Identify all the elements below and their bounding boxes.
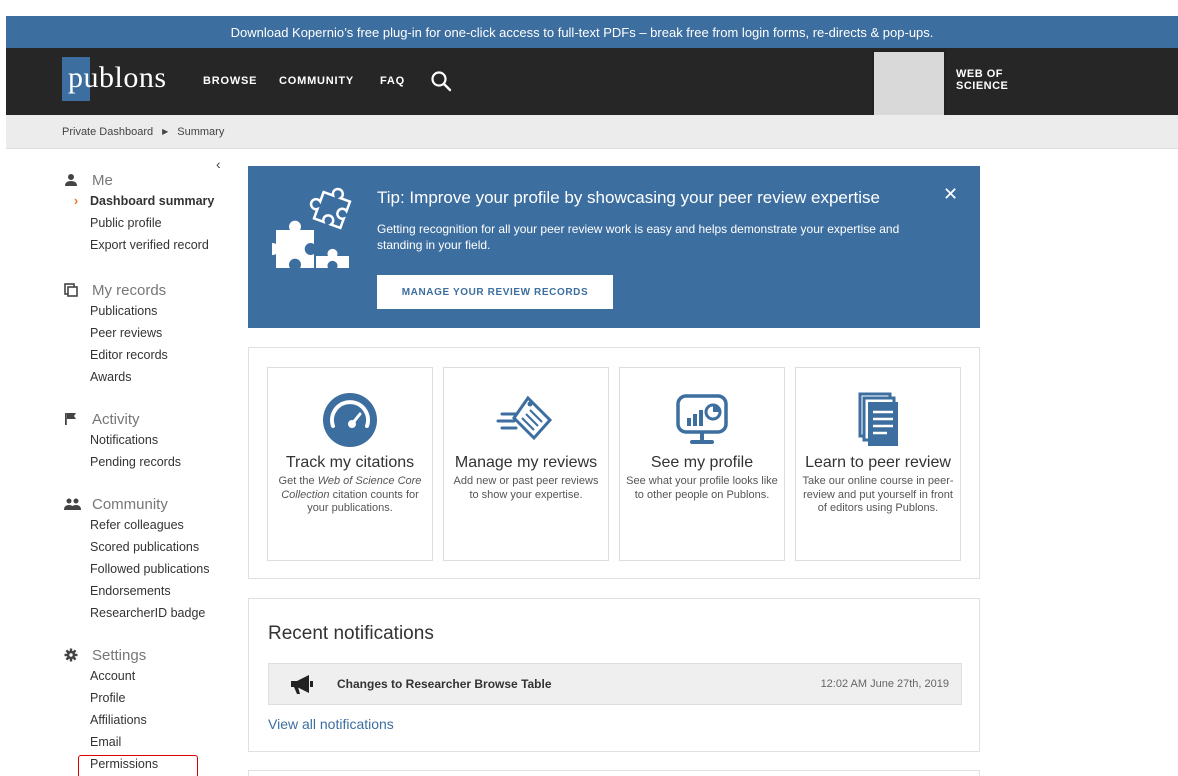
notifications-title: Recent notifications xyxy=(268,623,434,644)
breadcrumb-summary: Summary xyxy=(177,125,225,138)
sidebar-item-pending-records[interactable]: Pending records xyxy=(56,451,234,473)
quick-actions-panel: Track my citations Get the Web of Scienc… xyxy=(248,347,980,579)
chevron-right-icon: ▶ xyxy=(162,127,169,136)
sidebar-item-affiliations[interactable]: Affiliations xyxy=(56,709,234,731)
card-learn-peer-review[interactable]: Learn to peer review Take our online cou… xyxy=(795,367,961,561)
chevron-right-icon: › xyxy=(74,194,79,208)
sidebar-item-public-profile[interactable]: Public profile xyxy=(56,212,234,234)
recent-notifications-panel: Recent notifications Changes to Research… xyxy=(248,598,980,752)
sidebar-item-dashboard-summary[interactable]: › Dashboard summary xyxy=(56,190,234,212)
sidebar-section-my-records: My records Publications Peer reviews Edi… xyxy=(56,280,234,388)
view-all-notifications-link[interactable]: View all notifications xyxy=(268,716,394,732)
notification-text: Changes to Researcher Browse Table xyxy=(337,677,552,691)
sidebar-section-me: Me › Dashboard summary Public profile Exp… xyxy=(56,170,234,256)
card-see-profile[interactable]: See my profile See what your profile loo… xyxy=(619,367,785,561)
card-title: See my profile xyxy=(650,454,754,471)
notification-time: 12:02 AM June 27th, 2019 xyxy=(820,678,949,690)
monitor-chart-icon xyxy=(676,394,728,444)
sidebar-section-settings: Settings Account Profile Affiliations Em… xyxy=(56,645,234,776)
card-description: See what your profile looks like to othe… xyxy=(626,475,778,501)
card-title: Manage my reviews xyxy=(454,454,598,471)
sidebar-item-scored-publications[interactable]: Scored publications xyxy=(56,536,234,558)
sidebar-section-title: Me xyxy=(92,171,113,189)
review-tag-icon xyxy=(496,395,553,441)
notification-row[interactable]: Changes to Researcher Browse Table 12:02… xyxy=(268,663,962,705)
card-title: Learn to peer review xyxy=(805,454,951,471)
kopernio-banner[interactable]: Download Kopernio’s free plug-in for one… xyxy=(6,16,1178,48)
tip-banner: Tip: Improve your profile by showcasing … xyxy=(248,166,980,328)
sidebar-item-refer-colleagues[interactable]: Refer colleagues xyxy=(56,514,234,536)
sidebar-item-email[interactable]: Email xyxy=(56,731,234,753)
breadcrumb: Private Dashboard ▶ Summary xyxy=(6,115,1178,149)
sidebar-item-awards[interactable]: Awards xyxy=(56,366,234,388)
banner-text: Download Kopernio’s free plug-in for one… xyxy=(230,24,934,40)
close-icon[interactable]: ✕ xyxy=(943,184,958,205)
puzzle-icon xyxy=(272,187,352,268)
flag-icon xyxy=(65,413,76,425)
sidebar-item-researcherid-badge[interactable]: ResearcherID badge xyxy=(56,602,234,624)
sidebar-item-account[interactable]: Account xyxy=(56,665,234,687)
top-navbar: publons BROWSE COMMUNITY FAQ WEB OF SCIE… xyxy=(6,48,1178,126)
sidebar-item-followed-publications[interactable]: Followed publications xyxy=(56,558,234,580)
card-description: Take our online course in peer-review an… xyxy=(802,475,954,514)
gauge-icon xyxy=(323,393,377,447)
sidebar-item-profile[interactable]: Profile xyxy=(56,687,234,709)
sidebar: ‹ Me › Dashboard summary Public profile E… xyxy=(56,150,234,776)
sidebar-item-permissions[interactable]: Permissions xyxy=(56,753,234,776)
gear-icon xyxy=(64,648,78,662)
card-track-citations[interactable]: Track my citations Get the Web of Scienc… xyxy=(267,367,433,561)
card-description: Add new or past peer reviews to show you… xyxy=(453,475,599,501)
sidebar-section-activity: Activity Notifications Pending records xyxy=(56,409,234,473)
tip-body: Getting recognition for all your peer re… xyxy=(377,222,900,252)
records-icon xyxy=(64,283,78,297)
sidebar-item-publications[interactable]: Publications xyxy=(56,300,234,322)
card-description: Get the Web of Science Core Collection c… xyxy=(278,475,422,514)
card-manage-reviews[interactable]: Manage my reviews Add new or past peer r… xyxy=(443,367,609,561)
person-icon xyxy=(65,174,77,186)
publons-logo[interactable]: publons xyxy=(62,57,174,109)
sidebar-item-notifications[interactable]: Notifications xyxy=(56,429,234,451)
manage-review-records-button[interactable]: MANAGE YOUR REVIEW RECORDS xyxy=(377,275,613,309)
next-panel xyxy=(248,770,980,776)
nav-browse[interactable]: BROWSE xyxy=(203,75,257,87)
sidebar-item-endorsements[interactable]: Endorsements xyxy=(56,580,234,602)
web-of-science-link[interactable]: WEB OF SCIENCE xyxy=(956,68,1008,92)
sidebar-item-export-verified-record[interactable]: Export verified record xyxy=(56,234,234,256)
megaphone-icon xyxy=(291,675,313,694)
nav-faq[interactable]: FAQ xyxy=(380,75,405,87)
documents-icon xyxy=(858,392,898,446)
tip-title: Tip: Improve your profile by showcasing … xyxy=(377,188,880,207)
sidebar-item-editor-records[interactable]: Editor records xyxy=(56,344,234,366)
people-icon xyxy=(64,498,81,510)
sidebar-item-peer-reviews[interactable]: Peer reviews xyxy=(56,322,234,344)
nav-community[interactable]: COMMUNITY xyxy=(279,75,354,87)
card-title: Track my citations xyxy=(285,454,415,471)
sidebar-section-community: Community Refer colleagues Scored public… xyxy=(56,494,234,624)
search-icon[interactable] xyxy=(430,70,452,92)
breadcrumb-private-dashboard[interactable]: Private Dashboard xyxy=(62,126,153,138)
